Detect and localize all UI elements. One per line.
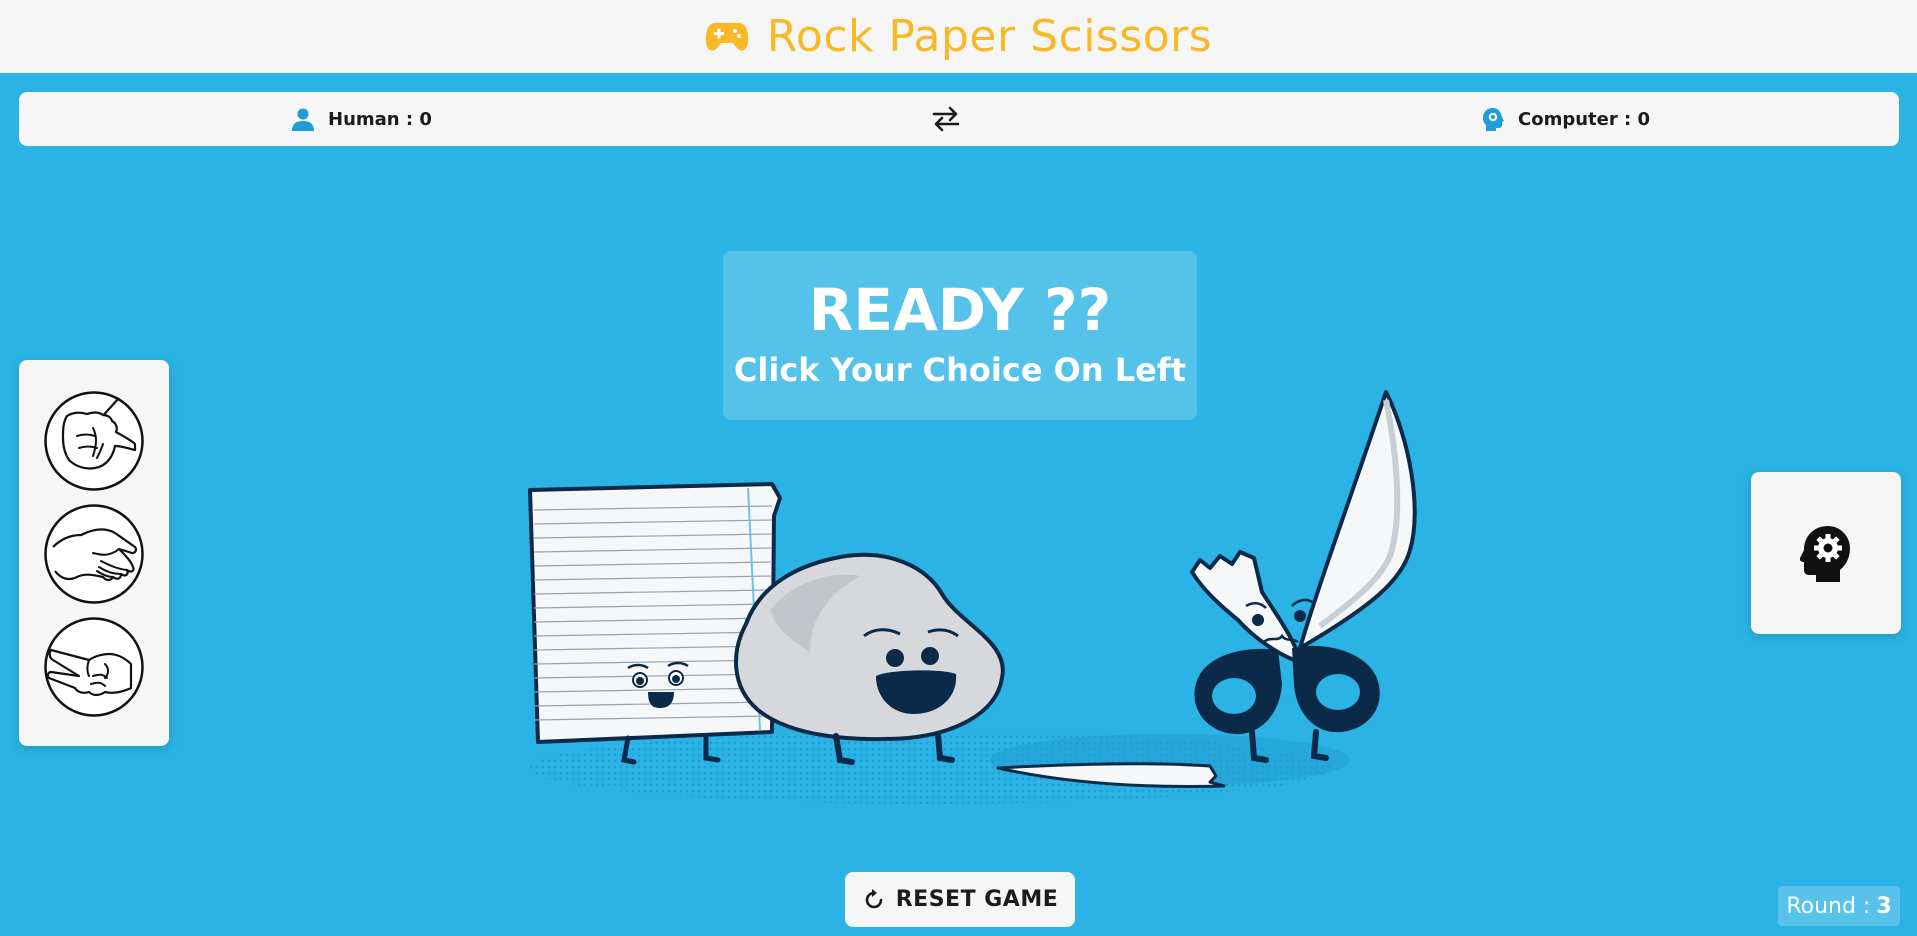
app-title: Rock Paper Scissors (766, 11, 1213, 62)
computer-score-label: Computer : 0 (1518, 108, 1650, 130)
human-score-label: Human : 0 (328, 108, 432, 130)
rock-character (734, 552, 1005, 765)
score-bar: Human : 0 Computer : 0 (19, 92, 1899, 146)
open-hand-icon (43, 503, 145, 605)
computer-choice-panel (1751, 472, 1901, 634)
head-gear-icon (1800, 524, 1852, 582)
rock-choice-button[interactable] (43, 390, 145, 492)
banner-title: READY ?? (808, 276, 1112, 344)
peace-hand-icon (43, 616, 145, 718)
gamepad-icon (705, 20, 749, 54)
computer-score: Computer : 0 (1480, 92, 1650, 146)
robot-head-icon (1480, 106, 1506, 132)
human-score: Human : 0 (290, 92, 432, 146)
reset-game-label: RESET GAME (895, 887, 1059, 912)
refresh-icon (862, 888, 886, 912)
paper-rock-scissors-illustration (528, 390, 1417, 804)
fist-icon (43, 390, 145, 492)
paper-character (528, 482, 782, 765)
round-number: 3 (1876, 893, 1892, 919)
scissors-character (1190, 390, 1417, 763)
reset-game-button[interactable]: RESET GAME (845, 872, 1075, 927)
round-counter: Round : 3 (1778, 886, 1900, 926)
round-label: Round : (1786, 893, 1871, 919)
app-header: Rock Paper Scissors (0, 0, 1917, 73)
choice-panel (19, 360, 169, 746)
user-icon (290, 106, 316, 132)
paper-choice-button[interactable] (43, 503, 145, 605)
swap-arrows-icon (931, 105, 961, 133)
scissors-choice-button[interactable] (43, 616, 145, 718)
